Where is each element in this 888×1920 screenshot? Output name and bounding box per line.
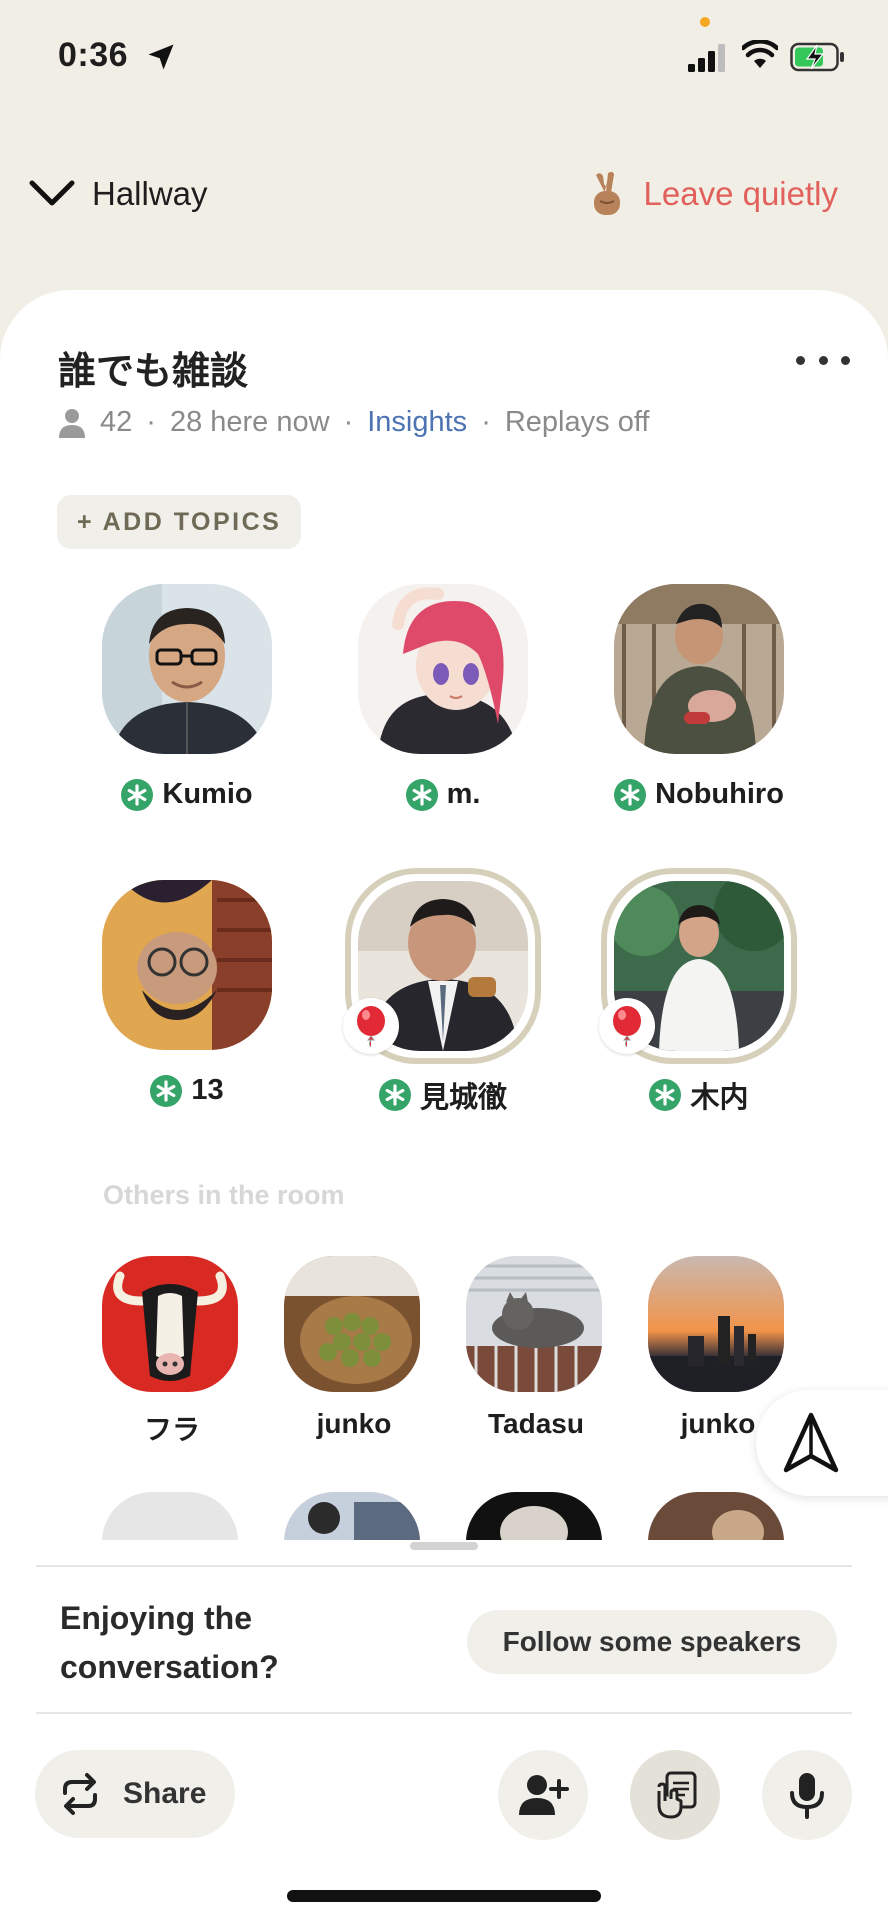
battery-charging-icon bbox=[790, 42, 844, 72]
avatar[interactable] bbox=[648, 1492, 784, 1540]
divider bbox=[36, 1712, 852, 1714]
divider bbox=[36, 1565, 852, 1567]
moderator-badge-icon bbox=[150, 1074, 183, 1107]
speaker-tile[interactable]: 木内 bbox=[589, 868, 809, 1114]
home-indicator[interactable] bbox=[287, 1890, 601, 1902]
avatar bbox=[648, 1256, 784, 1392]
add-topics-button[interactable]: + ADD TOPICS bbox=[57, 495, 302, 549]
leave-quietly-button[interactable]: Leave quietly bbox=[586, 165, 838, 223]
balloon-icon bbox=[613, 1006, 641, 1047]
avatar[interactable] bbox=[284, 1492, 420, 1540]
insights-link[interactable]: Insights bbox=[367, 406, 467, 439]
speaker-tile[interactable]: Kumio bbox=[77, 584, 297, 824]
speaker-tile[interactable]: m. bbox=[333, 584, 553, 824]
follow-speakers-button[interactable]: Follow some speakers bbox=[467, 1610, 837, 1674]
room-card: 誰でも雑談 42 · 28 here now · Insights · Repl… bbox=[0, 290, 888, 1920]
avatar bbox=[284, 1256, 420, 1392]
avatar bbox=[466, 1256, 602, 1392]
more-options-button[interactable] bbox=[796, 350, 850, 370]
share-button[interactable]: Share bbox=[35, 1750, 235, 1838]
speaker-name: 見城徹 bbox=[419, 1082, 507, 1114]
listener-row-partial bbox=[0, 1492, 888, 1540]
location-arrow-icon bbox=[148, 44, 174, 70]
avatar bbox=[358, 584, 528, 754]
speaker-name-row: 見城徹 bbox=[333, 1074, 553, 1116]
avatar bbox=[614, 584, 784, 754]
raise-hand-button[interactable] bbox=[630, 1750, 720, 1840]
avatar[interactable] bbox=[466, 1492, 602, 1540]
ping-button[interactable] bbox=[756, 1390, 888, 1496]
speaker-tile[interactable]: 13 bbox=[77, 880, 297, 1120]
listener-name: Tadasu bbox=[488, 1408, 584, 1439]
share-label: Share bbox=[123, 1777, 207, 1810]
speaker-tile[interactable]: 見城徹 bbox=[333, 868, 553, 1114]
raise-hand-icon bbox=[657, 1771, 697, 1819]
wifi-icon bbox=[742, 40, 778, 68]
speaker-name-row: Kumio bbox=[77, 778, 297, 811]
paper-plane-icon bbox=[783, 1412, 839, 1473]
listener-tile[interactable]: Tadasu bbox=[466, 1256, 606, 1440]
room-title: 誰でも雑談 bbox=[58, 351, 249, 393]
listener-name: junko bbox=[316, 1408, 392, 1439]
balloon-icon bbox=[357, 1006, 385, 1047]
balloon-badge bbox=[343, 998, 399, 1054]
chevron-down-icon bbox=[29, 180, 75, 206]
speaker-name: 13 bbox=[191, 1074, 224, 1106]
speaker-name-row: 木内 bbox=[589, 1074, 809, 1116]
speaker-tile[interactable]: Nobuhiro bbox=[589, 584, 809, 824]
moderator-badge-icon bbox=[614, 778, 647, 811]
cellular-signal-icon bbox=[688, 44, 725, 72]
hallway-button[interactable]: Hallway bbox=[28, 165, 208, 223]
status-time: 0:36 bbox=[58, 36, 129, 74]
status-bar: 0:36 bbox=[0, 0, 888, 110]
avatar[interactable] bbox=[102, 1492, 238, 1540]
leave-quietly-label: Leave quietly bbox=[643, 175, 838, 212]
listener-name: フラ bbox=[143, 1414, 200, 1445]
speaker-name-row: m. bbox=[333, 778, 553, 811]
privacy-indicator bbox=[700, 17, 710, 27]
speaker-name: 木内 bbox=[690, 1082, 749, 1114]
speaker-name: Kumio bbox=[162, 778, 253, 810]
speaker-name-row: 13 bbox=[77, 1074, 297, 1107]
peace-hand-icon bbox=[593, 171, 620, 215]
avatar bbox=[102, 1256, 238, 1392]
avatar bbox=[102, 880, 272, 1050]
moderator-badge-icon bbox=[378, 1079, 411, 1111]
balloon-badge bbox=[599, 998, 655, 1054]
microphone-button[interactable] bbox=[762, 1750, 852, 1840]
others-section-label: Others in the room bbox=[103, 1180, 345, 1210]
moderator-badge-icon bbox=[405, 778, 438, 811]
room-header: Hallway Leave quietly bbox=[0, 165, 888, 225]
microphone-icon bbox=[790, 1773, 824, 1819]
speaker-name: m. bbox=[446, 778, 481, 810]
listener-tile[interactable]: フラ bbox=[102, 1256, 242, 1448]
room-meta: 42 · 28 here now · Insights · Replays of… bbox=[58, 406, 649, 439]
replays-status: Replays off bbox=[504, 406, 650, 438]
person-icon bbox=[59, 408, 85, 438]
enjoy-prompt: Enjoying the conversation? bbox=[60, 1600, 279, 1685]
here-now-count: 28 here now bbox=[169, 406, 330, 438]
add-person-icon bbox=[519, 1775, 569, 1815]
moderator-badge-icon bbox=[121, 778, 154, 811]
listener-tile[interactable]: junko bbox=[284, 1256, 424, 1440]
member-count: 42 bbox=[100, 406, 133, 438]
avatar bbox=[102, 584, 272, 754]
speaker-name: Nobuhiro bbox=[655, 778, 784, 810]
invite-user-button[interactable] bbox=[498, 1750, 588, 1840]
moderator-badge-icon bbox=[649, 1079, 682, 1111]
speaker-name-row: Nobuhiro bbox=[589, 778, 809, 811]
repeat-share-icon bbox=[63, 1773, 97, 1815]
drag-handle[interactable] bbox=[410, 1542, 478, 1550]
hallway-label: Hallway bbox=[92, 175, 208, 212]
